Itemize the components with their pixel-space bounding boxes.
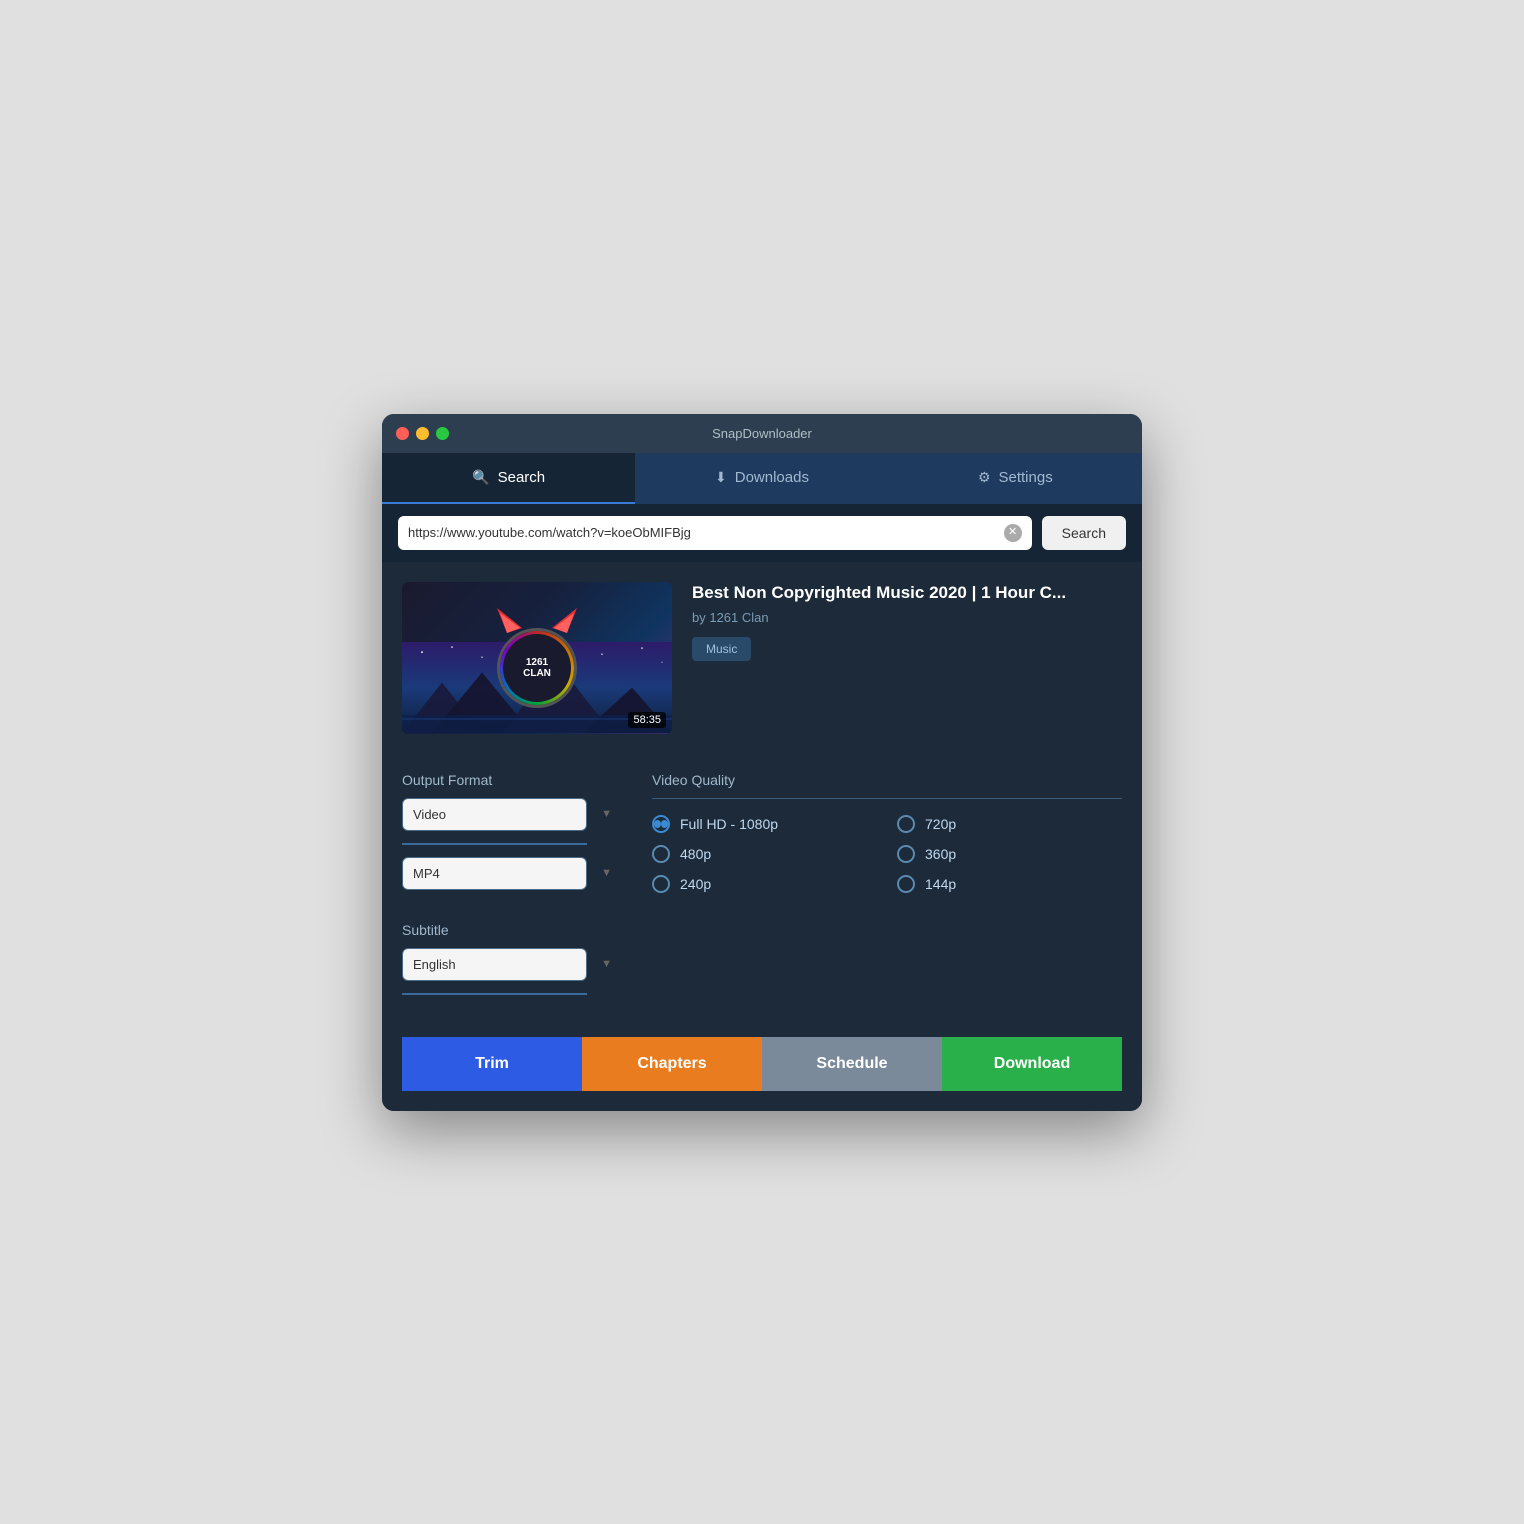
quality-grid: Full HD - 1080p 720p 480p 360p [652,815,1122,893]
search-button[interactable]: Search [1042,516,1126,550]
quality-label-360p: 360p [925,846,956,862]
app-window: SnapDownloader 🔍 Search ⬇ Downloads ⚙ Se… [382,414,1142,1111]
video-tag: Music [692,637,751,661]
quality-label-480p: 480p [680,846,711,862]
tab-settings-label: Settings [999,469,1053,486]
codec-arrow-icon: ▼ [601,867,612,879]
url-input-wrapper: ✕ [398,516,1032,550]
clan-logo: 1261 CLAN [497,628,577,708]
video-title: Best Non Copyrighted Music 2020 | 1 Hour… [692,582,1122,604]
subtitle-arrow-icon: ▼ [601,958,612,970]
schedule-button[interactable]: Schedule [762,1037,942,1091]
trim-button[interactable]: Trim [402,1037,582,1091]
downloads-tab-icon: ⬇ [715,469,727,486]
codec-select[interactable]: MP4 MKV AVI MOV [402,857,587,890]
radio-240p [652,875,670,893]
options-section: Output Format Video Audio Subtitle ▼ MP4… [402,762,1122,1007]
url-input[interactable] [408,525,996,540]
tab-downloads[interactable]: ⬇ Downloads [635,453,888,504]
chapters-button[interactable]: Chapters [582,1037,762,1091]
quality-label-240p: 240p [680,876,711,892]
thumbnail-overlay: 1261 CLAN [402,582,672,734]
radio-1080p [652,815,670,833]
radio-144p [897,875,915,893]
quality-option-240p[interactable]: 240p [652,875,877,893]
traffic-lights [396,427,449,440]
subtitle-wrapper: English None French Spanish ▼ [402,948,622,981]
video-details: Best Non Copyrighted Music 2020 | 1 Hour… [692,582,1122,734]
settings-tab-icon: ⚙ [978,469,991,486]
video-info-section: 1261 CLAN 58:35 Best Non Copyrighted Mus… [402,582,1122,734]
subtitle-label: Subtitle [402,922,622,938]
format-divider [402,843,587,845]
quality-label-1080p: Full HD - 1080p [680,816,778,832]
search-tab-icon: 🔍 [472,469,489,486]
url-search-bar: ✕ Search [382,504,1142,562]
download-button[interactable]: Download [942,1037,1122,1091]
radio-480p [652,845,670,863]
output-format-label: Output Format [402,772,622,788]
minimize-button[interactable] [416,427,429,440]
quality-option-720p[interactable]: 720p [897,815,1122,833]
format-type-arrow-icon: ▼ [601,808,612,820]
clan-text: 1261 CLAN [523,657,551,679]
quality-option-480p[interactable]: 480p [652,845,877,863]
quality-divider [652,798,1122,799]
video-duration: 58:35 [628,712,666,728]
radio-720p [897,815,915,833]
radio-360p [897,845,915,863]
format-type-wrapper: Video Audio Subtitle ▼ [402,798,622,831]
quality-label: Video Quality [652,772,1122,788]
tab-downloads-label: Downloads [735,469,809,486]
video-thumbnail: 1261 CLAN 58:35 [402,582,672,734]
quality-option-360p[interactable]: 360p [897,845,1122,863]
quality-option-144p[interactable]: 144p [897,875,1122,893]
app-title: SnapDownloader [712,426,812,441]
video-channel: by 1261 Clan [692,610,1122,625]
tab-bar: 🔍 Search ⬇ Downloads ⚙ Settings [382,453,1142,504]
cat-ears-svg [492,608,582,633]
format-type-select[interactable]: Video Audio Subtitle [402,798,587,831]
tab-settings[interactable]: ⚙ Settings [889,453,1142,504]
right-options: Video Quality Full HD - 1080p 720p [652,772,1122,1007]
left-options: Output Format Video Audio Subtitle ▼ MP4… [402,772,622,1007]
quality-option-1080p[interactable]: Full HD - 1080p [652,815,877,833]
clear-url-button[interactable]: ✕ [1004,524,1022,542]
bottom-action-bar: Trim Chapters Schedule Download [402,1037,1122,1091]
maximize-button[interactable] [436,427,449,440]
subtitle-divider [402,993,587,995]
codec-wrapper: MP4 MKV AVI MOV ▼ [402,857,622,890]
main-content: 1261 CLAN 58:35 Best Non Copyrighted Mus… [382,562,1142,1111]
subtitle-select[interactable]: English None French Spanish [402,948,587,981]
tab-search-label: Search [498,469,546,486]
close-button[interactable] [396,427,409,440]
quality-label-720p: 720p [925,816,956,832]
tab-search[interactable]: 🔍 Search [382,453,635,504]
quality-label-144p: 144p [925,876,956,892]
titlebar: SnapDownloader [382,414,1142,453]
